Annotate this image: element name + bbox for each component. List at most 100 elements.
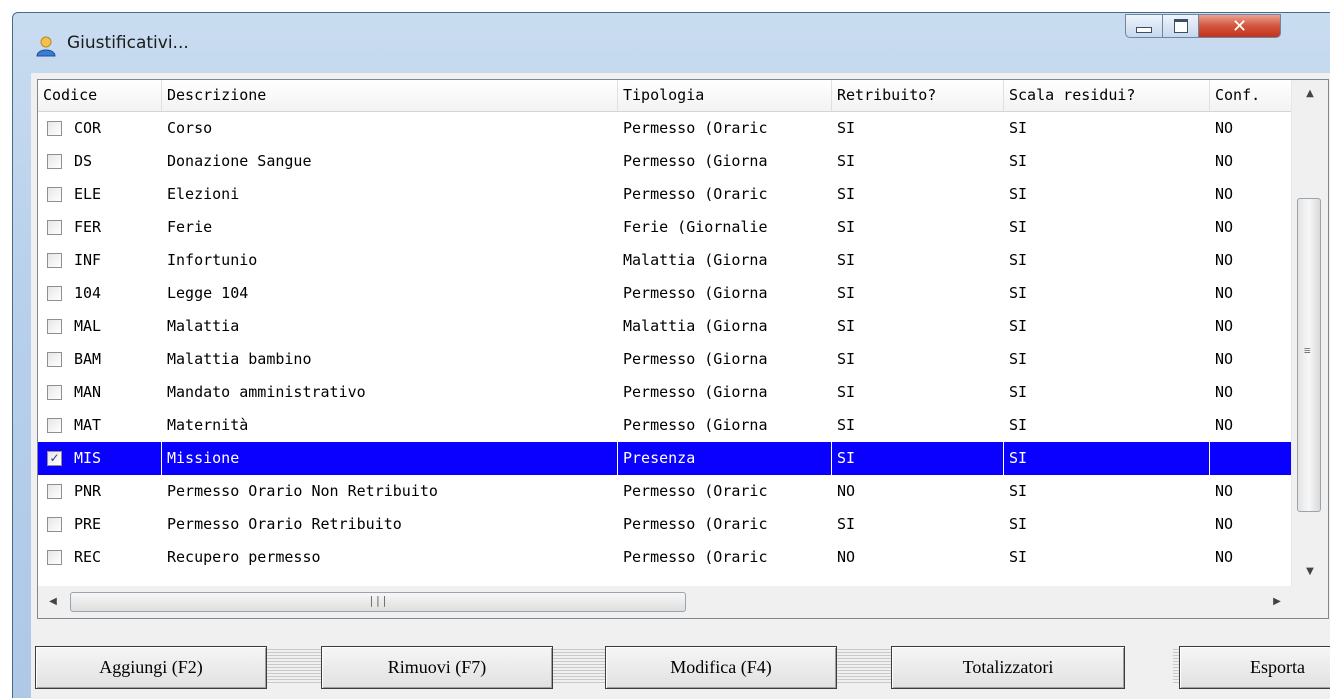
column-header-scala-residui[interactable]: Scala residui? xyxy=(1004,80,1210,111)
cell-code: PNR xyxy=(74,482,102,500)
table-row[interactable]: ELE Elezioni Permesso (Oraric SI SI NO xyxy=(38,178,1292,211)
cell-tipologia: Permesso (Giorna xyxy=(623,152,768,170)
cell-descrizione: Malattia xyxy=(167,317,240,335)
cell-retribuito: SI xyxy=(837,317,856,335)
cell-tipologia: Malattia (Giorna xyxy=(623,317,768,335)
table-row[interactable]: FER Ferie Ferie (Giornalie SI SI NO xyxy=(38,211,1292,244)
cell-tipologia: Ferie (Giornalie xyxy=(623,218,768,236)
cell-descrizione: Recupero permesso xyxy=(167,548,321,566)
cell-conf: NO xyxy=(1215,317,1234,335)
cell-code: DS xyxy=(74,152,93,170)
remove-button[interactable]: Rimuovi (F7) xyxy=(321,646,553,689)
cell-descrizione: Mandato amministrativo xyxy=(167,383,366,401)
cell-tipologia: Permesso (Oraric xyxy=(623,548,768,566)
column-header-descrizione[interactable]: Descrizione xyxy=(162,80,618,111)
cell-conf: NO xyxy=(1215,515,1234,533)
table-row[interactable]: ✓ MIS Missione Presenza SI SI xyxy=(38,442,1292,475)
cell-retribuito: SI xyxy=(837,119,856,137)
table-row[interactable]: MAT Maternità Permesso (Giorna SI SI NO xyxy=(38,409,1292,442)
list-header: Codice Descrizione Tipologia Retribuito?… xyxy=(38,80,1292,112)
cell-retribuito: NO xyxy=(837,548,856,566)
cell-retribuito: SI xyxy=(837,416,856,434)
table-row[interactable]: PRE Permesso Orario Retribuito Permesso (O… xyxy=(38,508,1292,541)
table-row[interactable]: 104 Legge 104 Permesso (Giorna SI SI NO xyxy=(38,277,1292,310)
vertical-scroll-thumb[interactable]: ≡ xyxy=(1297,198,1321,512)
cell-code: FER xyxy=(74,218,102,236)
cell-code: INF xyxy=(74,251,102,269)
minimize-button[interactable] xyxy=(1125,14,1163,38)
table-row[interactable]: MAL Malattia Malattia (Giorna SI SI NO xyxy=(38,310,1292,343)
horizontal-scroll-thumb[interactable]: ||| xyxy=(70,592,686,612)
cell-tipologia: Permesso (Giorna xyxy=(623,383,768,401)
cell-conf: NO xyxy=(1215,482,1234,500)
scroll-up-icon[interactable]: ▲ xyxy=(1292,80,1328,108)
button-bar: Aggiungi (F2) Rimuovi (F7) Modifica (F4)… xyxy=(31,629,1330,699)
column-header-conf[interactable]: Conf. xyxy=(1210,80,1292,111)
cell-scala-residui: SI xyxy=(1009,251,1028,269)
cell-scala-residui: SI xyxy=(1009,284,1028,302)
cell-descrizione: Donazione Sangue xyxy=(167,152,312,170)
cell-conf: NO xyxy=(1215,251,1234,269)
table-row[interactable]: INF Infortunio Malattia (Giorna SI SI NO xyxy=(38,244,1292,277)
dialog-client: Codice Descrizione Tipologia Retribuito?… xyxy=(31,73,1330,699)
scroll-down-icon[interactable]: ▼ xyxy=(1292,558,1328,586)
column-header-tipologia[interactable]: Tipologia xyxy=(618,80,832,111)
cell-descrizione: Infortunio xyxy=(167,251,258,269)
cell-conf: NO xyxy=(1215,416,1234,434)
scrollbar-corner xyxy=(1292,586,1328,618)
cell-descrizione: Elezioni xyxy=(167,185,240,203)
cell-code: 104 xyxy=(74,284,102,302)
cell-code: PRE xyxy=(74,515,102,533)
table-row[interactable]: BAM Malattia bambino Permesso (Giorna SI SI N… xyxy=(38,343,1292,376)
cell-conf: NO xyxy=(1215,185,1234,203)
cell-retribuito: SI xyxy=(837,383,856,401)
totals-button[interactable]: Totalizzatori xyxy=(891,646,1125,689)
cell-descrizione: Legge 104 xyxy=(167,284,249,302)
export-button[interactable]: Esporta xyxy=(1179,646,1330,689)
cell-code: MAT xyxy=(74,416,102,434)
cell-conf: NO xyxy=(1215,119,1234,137)
cell-scala-residui: SI xyxy=(1009,515,1028,533)
cell-scala-residui: SI xyxy=(1009,482,1028,500)
table-row[interactable]: PNR Permesso Orario Non Retribuito Permess… xyxy=(38,475,1292,508)
cell-scala-residui: SI xyxy=(1009,119,1028,137)
add-button[interactable]: Aggiungi (F2) xyxy=(35,646,267,689)
vertical-scrollbar[interactable]: ▲ ≡ ▼ xyxy=(1291,80,1328,586)
table-row[interactable]: DS Donazione Sangue Permesso (Giorna SI SI NO xyxy=(38,145,1292,178)
cell-scala-residui: SI xyxy=(1009,383,1028,401)
giustificativi-list[interactable]: Codice Descrizione Tipologia Retribuito?… xyxy=(37,79,1329,619)
minimize-icon xyxy=(1136,27,1152,33)
cell-tipologia: Permesso (Oraric xyxy=(623,119,768,137)
cell-descrizione: Maternità xyxy=(167,416,249,434)
table-row[interactable]: MAN Mandato amministrativo Permesso (Giorn… xyxy=(38,376,1292,409)
close-button[interactable]: ✕ xyxy=(1199,14,1281,38)
cell-conf: NO xyxy=(1215,152,1234,170)
cell-tipologia: Permesso (Oraric xyxy=(623,515,768,533)
horizontal-scrollbar[interactable]: ◀ ||| ▶ xyxy=(38,586,1292,618)
cell-conf: NO xyxy=(1215,548,1234,566)
scroll-left-icon[interactable]: ◀ xyxy=(38,586,68,618)
giustificativi-window: Giustificativi... ✕ Codice Descrizione T… xyxy=(12,12,1330,699)
cell-retribuito: SI xyxy=(837,185,856,203)
cell-code: REC xyxy=(74,548,102,566)
table-row[interactable]: REC Recupero permesso Permesso (Oraric NO SI… xyxy=(38,541,1292,574)
cell-tipologia: Malattia (Giorna xyxy=(623,251,768,269)
column-header-retribuito[interactable]: Retribuito? xyxy=(832,80,1004,111)
cell-code: MIS xyxy=(38,442,162,475)
cell-scala-residui: SI xyxy=(1009,548,1028,566)
table-row[interactable]: COR Corso Permesso (Oraric SI SI NO xyxy=(38,112,1292,145)
cell-code: BAM xyxy=(74,350,102,368)
cell-descrizione: Permesso Orario Non Retribuito xyxy=(167,482,438,500)
edit-button[interactable]: Modifica (F4) xyxy=(605,646,837,689)
cell-conf: NO xyxy=(1215,383,1234,401)
title-bar[interactable]: Giustificativi... ✕ xyxy=(13,13,1330,71)
maximize-button[interactable] xyxy=(1163,14,1199,38)
cell-retribuito: SI xyxy=(837,152,856,170)
cell-retribuito: SI xyxy=(837,284,856,302)
scroll-right-icon[interactable]: ▶ xyxy=(1262,586,1292,618)
cell-code: COR xyxy=(74,119,102,137)
cell-retribuito: SI xyxy=(832,442,1004,475)
cell-tipologia: Permesso (Giorna xyxy=(623,284,768,302)
column-header-codice[interactable]: Codice xyxy=(38,80,162,111)
cell-conf: NO xyxy=(1215,218,1234,236)
